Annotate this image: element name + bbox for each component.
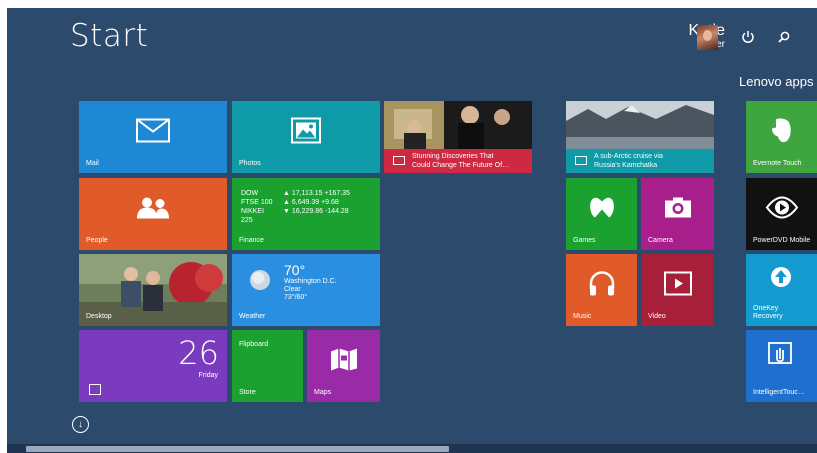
tile-calendar[interactable]: 26 Friday — [79, 330, 227, 402]
finance-data: DOW ▲ 17,113.15 +167.35 FTSE 100 ▲ 6,649.3… — [241, 189, 350, 225]
weather-temp: 70° — [284, 262, 306, 278]
weather-details: Washington D.C. Clear 73°/60° — [284, 278, 337, 302]
tile-store[interactable]: Flipboard Store — [232, 330, 303, 402]
tile-label: People — [86, 237, 108, 244]
tile-photos[interactable]: Photos — [232, 101, 380, 173]
touch-icon — [768, 342, 792, 369]
map-icon — [330, 348, 358, 377]
weather-condition: Clear — [284, 286, 301, 293]
calendar-day: 26 — [178, 334, 219, 372]
travel-icon — [575, 156, 587, 165]
tile-label-line1: OneKey — [753, 305, 779, 312]
people-icon — [135, 196, 171, 225]
tile-games[interactable]: Games — [566, 178, 637, 250]
finance-index: DOW — [241, 190, 259, 197]
video-icon — [663, 271, 692, 301]
evernote-icon — [769, 117, 795, 150]
tile-label: Photos — [239, 160, 261, 167]
tile-onekey-recovery[interactable]: OneKey Recovery — [746, 254, 817, 326]
tile-label: Finance — [239, 237, 264, 244]
all-apps-arrow-icon[interactable]: ↓ — [72, 416, 89, 433]
headphones-icon — [588, 271, 616, 302]
powerdvd-icon — [765, 196, 799, 225]
tile-label: Store — [239, 389, 256, 396]
tile-maps[interactable]: Maps — [307, 330, 380, 402]
search-icon[interactable] — [775, 30, 793, 48]
tile-music[interactable]: Music — [566, 254, 637, 326]
tile-label: Video — [648, 313, 666, 320]
avatar[interactable] — [697, 25, 718, 50]
tile-camera[interactable]: Camera — [641, 178, 714, 250]
finance-value: ▼ 16,229.86 -144.28 — [283, 208, 349, 215]
news-caption: Stunning Discoveries That Could Change T… — [384, 149, 532, 173]
power-icon[interactable] — [739, 30, 757, 48]
tile-label: IntelligentTouc… — [753, 389, 805, 396]
tile-people[interactable]: People — [79, 178, 227, 250]
weather-city: Washington D.C. — [284, 278, 337, 285]
tile-label: Games — [573, 237, 596, 244]
news-headline-line1: Stunning Discoveries That — [412, 153, 494, 160]
finance-index: FTSE 100 — [241, 199, 273, 206]
tile-label-line2: Recovery — [753, 313, 783, 320]
travel-line1: A sub-Arctic cruise via — [594, 153, 663, 160]
page-title: Start — [70, 18, 149, 54]
tile-label: Music — [573, 313, 592, 320]
calendar-icon — [89, 384, 101, 395]
tile-intelligenttouch[interactable]: IntelligentTouc… — [746, 330, 817, 402]
finance-row: DOW ▲ 17,113.15 +167.35 — [241, 189, 350, 198]
travel-line2: Russia's Kamchatka — [594, 162, 658, 169]
tile-label: Evernote Touch — [753, 160, 802, 167]
calendar-weekday: Friday — [198, 372, 218, 379]
tile-powerdvd[interactable]: PowerDVD Mobile — [746, 178, 817, 250]
tile-weather[interactable]: 70° Washington D.C. Clear 73°/60° Weathe… — [232, 254, 380, 326]
scrollbar-thumb[interactable] — [26, 446, 449, 452]
onekey-icon — [770, 266, 792, 293]
tile-label: Mail — [86, 160, 99, 167]
mail-icon — [136, 118, 170, 148]
photos-icon — [291, 117, 321, 149]
travel-caption: A sub-Arctic cruise via Russia's Kamchat… — [566, 149, 714, 173]
weather-icon — [248, 268, 272, 297]
news-headline-line2: Could Change The Future Of… — [412, 162, 510, 169]
tile-label: Camera — [648, 237, 673, 244]
tile-travel[interactable]: A sub-Arctic cruise via Russia's Kamchat… — [566, 101, 714, 173]
tile-news[interactable]: Stunning Discoveries That Could Change T… — [384, 101, 532, 173]
tile-label: Maps — [314, 389, 332, 396]
camera-icon — [664, 197, 692, 224]
tile-label: OneKey Recovery — [753, 305, 783, 321]
finance-index: NIKKEI 225 — [241, 208, 264, 224]
tile-evernote[interactable]: Evernote Touch — [746, 101, 817, 173]
tile-finance[interactable]: DOW ▲ 17,113.15 +167.35 FTSE 100 ▲ 6,649.3… — [232, 178, 380, 250]
tile-label: PowerDVD Mobile — [753, 237, 811, 244]
finance-row: NIKKEI 225 ▼ 16,229.86 -144.28 — [241, 207, 350, 225]
flipboard-label: Flipboard — [239, 341, 269, 348]
tile-label: Weather — [239, 313, 266, 320]
news-icon — [393, 156, 405, 165]
finance-row: FTSE 100 ▲ 6,649.39 +9.68 — [241, 198, 350, 207]
xbox-icon — [589, 196, 615, 225]
tile-label: Desktop — [86, 313, 112, 320]
finance-value: ▲ 6,649.39 +9.68 — [283, 199, 339, 206]
finance-value: ▲ 17,113.15 +167.35 — [283, 190, 350, 197]
tile-mail[interactable]: Mail — [79, 101, 227, 173]
tile-video[interactable]: Video — [641, 254, 714, 326]
tile-desktop[interactable]: Desktop — [79, 254, 227, 326]
weather-range: 73°/60° — [284, 294, 308, 301]
group-title-lenovo: Lenovo apps — [739, 74, 814, 89]
